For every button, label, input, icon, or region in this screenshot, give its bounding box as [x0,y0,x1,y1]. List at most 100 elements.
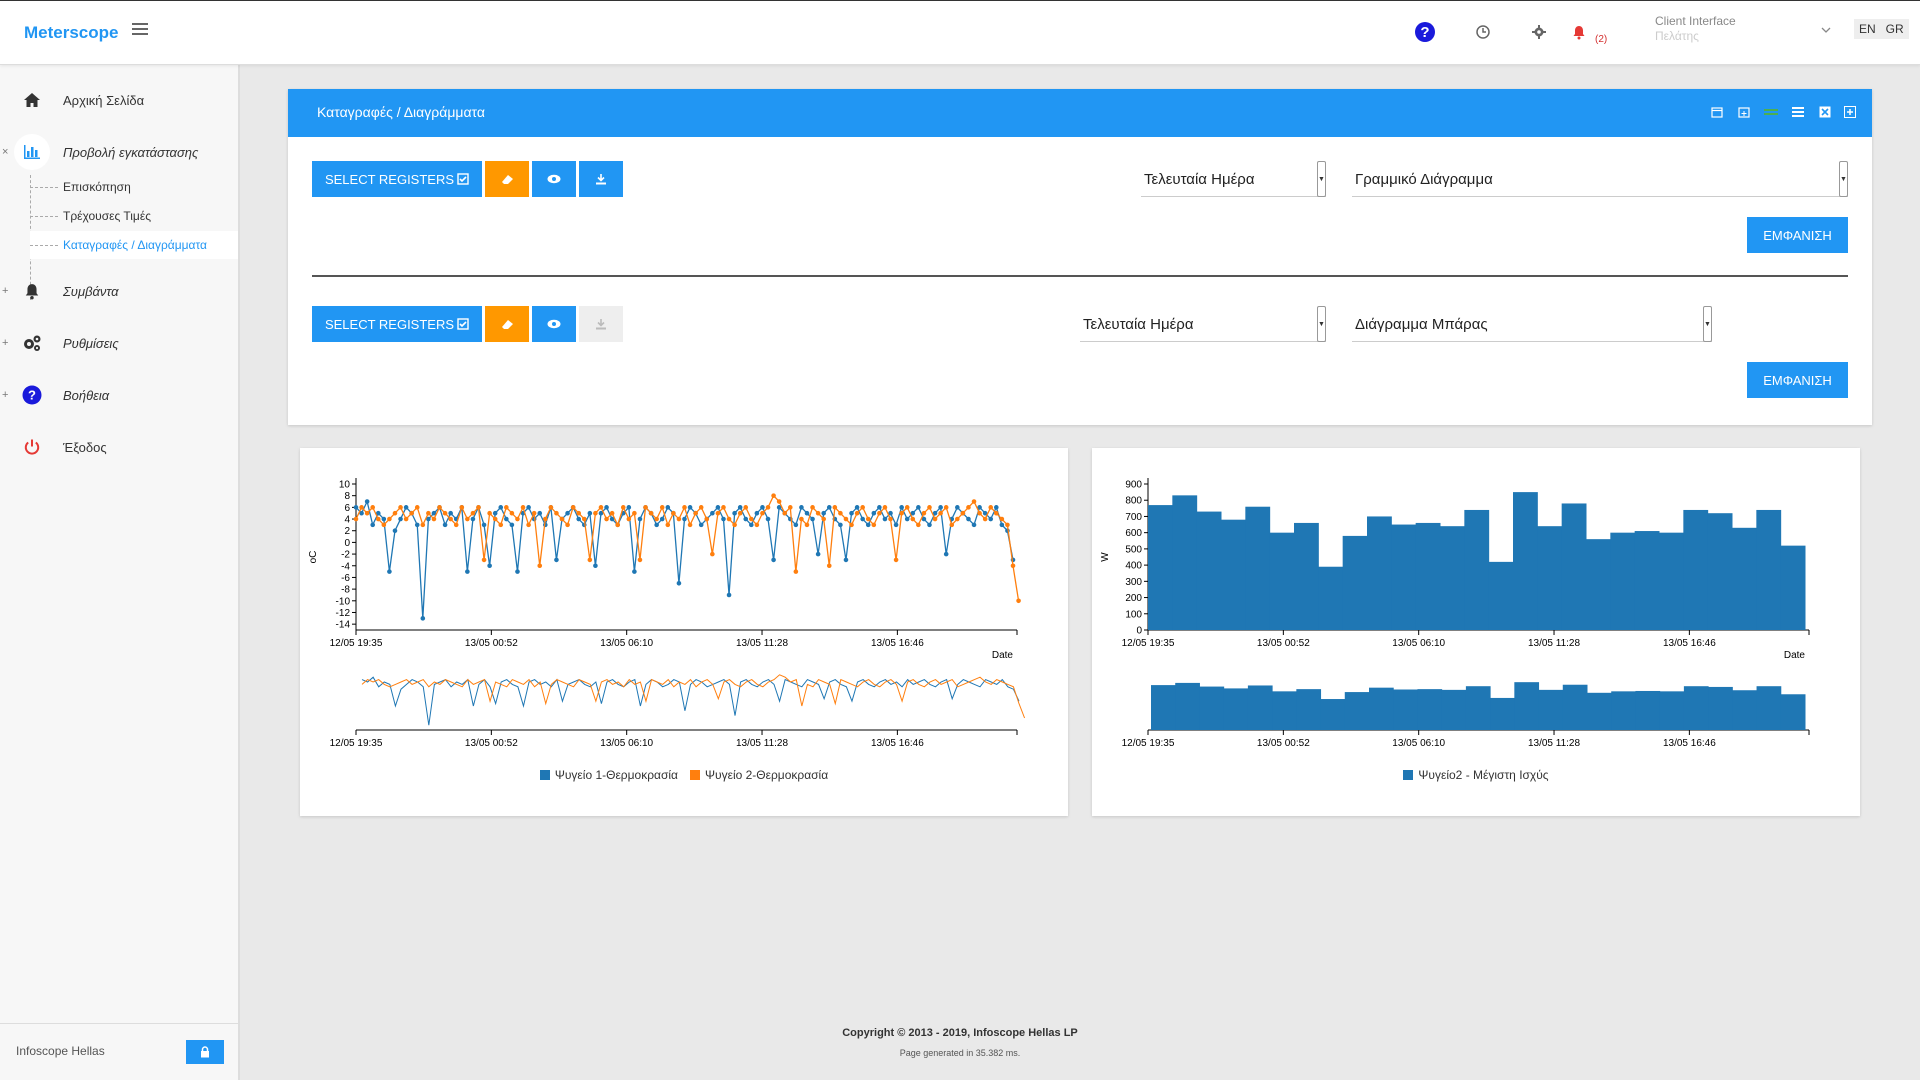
brand-logo[interactable]: Meterscope [24,23,118,43]
compare-lines-icon[interactable] [1764,105,1778,119]
data-point [364,510,370,516]
notification-count: (2) [1595,34,1608,45]
legend-item[interactable]: Ψυγείο 1-Θερμοκρασία [539,768,678,782]
preview-button[interactable] [532,306,576,342]
submenu-item-logs-charts[interactable]: Καταγραφές / Διαγράμματα [30,231,238,259]
chart-type-select[interactable]: Διάγραμμα Μπάρας ▼ [1352,306,1712,342]
context-bar [1296,689,1322,730]
data-point [387,569,392,574]
eraser-icon [502,175,513,184]
data-point [565,522,570,528]
data-point [754,522,760,528]
data-point [370,522,376,528]
expand-icon[interactable]: + [2,389,8,401]
lang-gr-button[interactable]: GR [1881,19,1909,39]
x-tick-label: 13/05 00:52 [1257,638,1310,649]
expand-icon[interactable]: + [2,285,8,297]
context-bar [1490,697,1515,730]
data-point [815,551,821,557]
data-point [877,510,882,516]
data-point [999,522,1005,528]
menu-toggle-icon[interactable] [132,23,148,37]
sidebar-item-installation-view[interactable]: × Προβολή εγκατάστασης [0,132,238,172]
list-icon[interactable] [1791,105,1805,119]
sidebar-item-help[interactable]: + ? Βοήθεια [0,375,238,415]
data-point [587,510,593,516]
sidebar-item-logout[interactable]: Έξοδος [0,427,238,467]
data-point [754,510,760,516]
context-bar [1780,694,1806,730]
y-tick-label: 600 [1125,528,1142,539]
data-point [810,516,815,522]
chart-type-select[interactable]: Γραμμικό Διάγραμμα ▼ [1352,161,1848,197]
data-point [927,505,932,510]
history-icon[interactable] [1471,20,1495,44]
bar [1245,506,1271,630]
data-point [604,516,609,522]
select-registers-label: SELECT REGISTERS [324,171,455,187]
period-select[interactable]: Τελευταία Ημέρα ▼ [1080,306,1326,342]
show-button[interactable]: ΕΜΦΑΝΙΣΗ [1747,217,1848,253]
preview-button[interactable] [532,161,576,197]
eraser-button[interactable] [485,306,529,342]
close-icon[interactable] [1818,105,1832,119]
bar [1732,527,1757,630]
y-tick-label: 100 [1125,609,1142,620]
data-point [943,551,949,557]
select-registers-button[interactable]: SELECT REGISTERS [312,161,482,197]
data-point [732,510,737,516]
download-button-disabled[interactable] [579,306,623,342]
add-icon[interactable] [1843,105,1857,119]
eraser-button[interactable] [485,161,529,197]
data-point [821,516,826,522]
client-selector[interactable]: Client Interface Πελάτης [1655,14,1835,48]
select-registers-button[interactable]: SELECT REGISTERS [312,306,482,342]
sidebar-item-events[interactable]: + Συμβάντα [0,271,238,311]
sidebar-item-home[interactable]: Αρχική Σελίδα [0,80,238,120]
expand-icon[interactable]: + [2,337,8,349]
data-point [826,505,832,510]
help-icon[interactable]: ? [1413,20,1437,44]
calendar-icon[interactable] [1710,105,1724,119]
context-x-tick-label: 13/05 11:28 [736,738,789,749]
data-point [470,516,476,522]
y-tick-label: 4 [344,515,350,526]
data-point [787,505,793,510]
data-point [520,505,526,510]
data-point [860,516,865,522]
line-chart[interactable]: 1086420-2-4-6-8-10-12-14 oC Date 12/05 19:3… [300,448,1068,768]
y-tick-label: 8 [344,491,350,502]
data-point [409,510,414,516]
bell-icon [20,279,44,303]
lock-button[interactable] [186,1040,224,1064]
collapse-icon[interactable]: × [2,146,8,158]
download-button[interactable] [579,161,623,197]
gear-icon[interactable] [1527,20,1551,44]
context-bar [1320,699,1346,730]
chart-legend: Ψυγείο2 - Μέγιστη Ισχύς [1092,768,1860,782]
bell-icon[interactable] [1567,20,1591,44]
data-point [687,522,693,528]
data-point [698,522,704,528]
legend-item[interactable]: Ψυγείο2 - Μέγιστη Ισχύς [1403,768,1549,782]
lang-en-button[interactable]: EN [1854,19,1881,39]
submenu-item-current-values[interactable]: Τρέχουσες Τιμές [30,202,238,230]
y-axis-label: W [1100,552,1111,562]
period-select[interactable]: Τελευταία Ημέρα ▼ [1141,161,1326,197]
data-point [609,510,615,516]
bar [1756,509,1782,630]
bar-chart[interactable]: 900 800 700 600 500 400 300 200 100 0 W Date 12/05 1… [1092,448,1860,768]
data-point [832,505,838,510]
legend-item[interactable]: Ψυγείο 2-Θερμοκρασία [690,768,828,782]
data-point [955,505,960,510]
submenu-item-overview[interactable]: Επισκόπηση [30,173,238,201]
data-point [988,516,994,522]
data-point [576,510,582,516]
show-button[interactable]: ΕΜΦΑΝΙΣΗ [1747,362,1848,398]
x-tick-label: 12/05 19:35 [330,638,383,649]
sidebar-item-settings[interactable]: + Ρυθμίσεις [0,323,238,363]
data-point [821,510,826,516]
data-point [737,510,743,516]
calendar-add-icon[interactable] [1737,105,1751,119]
sidebar: Αρχική Σελίδα × Προβολή εγκατάστασης Επι… [0,65,240,1080]
